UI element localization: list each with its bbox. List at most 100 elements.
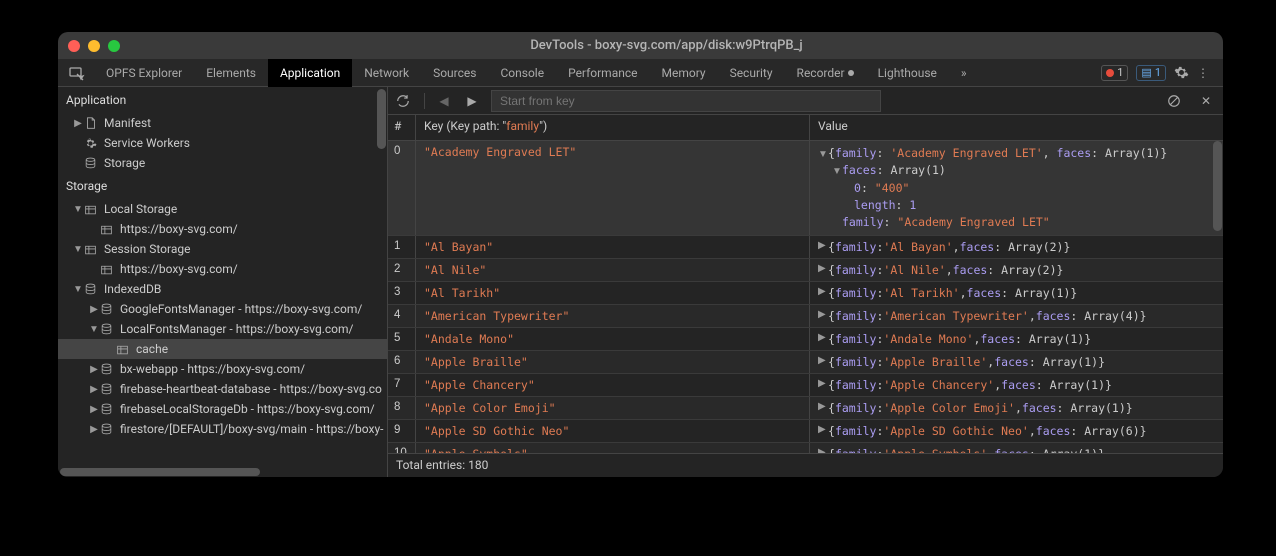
- sidebar-item-label: IndexedDB: [104, 282, 161, 296]
- delete-button[interactable]: ✕: [1197, 94, 1215, 108]
- row-key: "American Typewriter": [416, 305, 810, 327]
- sidebar-item[interactable]: cache: [58, 339, 387, 359]
- sidebar-item[interactable]: ▶bx-webapp - https://boxy-svg.com/: [58, 359, 387, 379]
- row-index: 4: [388, 305, 416, 327]
- sidebar-item[interactable]: ▶GoogleFontsManager - https://boxy-svg.c…: [58, 299, 387, 319]
- next-page-button[interactable]: ▶: [463, 94, 481, 108]
- sidebar-item-label: Storage: [104, 156, 145, 170]
- minimize-window-button[interactable]: [88, 40, 100, 52]
- expand-twisty-icon[interactable]: ▶: [818, 286, 828, 297]
- sidebar-item-label: LocalFontsManager - https://boxy-svg.com…: [120, 322, 353, 336]
- table-row[interactable]: 2"Al Nile"▶{family: 'Al Nile', faces: Ar…: [388, 259, 1223, 282]
- tab-recorder[interactable]: Recorder: [785, 59, 866, 87]
- maximize-window-button[interactable]: [108, 40, 120, 52]
- inspect-icon[interactable]: [66, 62, 88, 84]
- tree-twisty-icon: ▼: [72, 204, 84, 215]
- tab-security[interactable]: Security: [718, 59, 785, 87]
- table-row[interactable]: 9"Apple SD Gothic Neo"▶{family: 'Apple S…: [388, 420, 1223, 443]
- table-row[interactable]: 10"Apple Symbols"▶{family: 'Apple Symbol…: [388, 443, 1223, 453]
- db-icon: [100, 403, 116, 416]
- sidebar-item[interactable]: ▼Session Storage: [58, 239, 387, 259]
- table-row[interactable]: 0"Academy Engraved LET"▼{family: 'Academ…: [388, 141, 1223, 236]
- row-key: "Apple Chancery": [416, 374, 810, 396]
- content-area: Application▶ManifestService WorkersStora…: [58, 87, 1223, 477]
- recorder-dot-icon: [848, 70, 854, 76]
- table-row[interactable]: 1"Al Bayan"▶{family: 'Al Bayan', faces: …: [388, 236, 1223, 259]
- row-value: ▶{family: 'American Typewriter', faces: …: [810, 305, 1223, 327]
- tab-network[interactable]: Network: [352, 59, 421, 87]
- tab-performance[interactable]: Performance: [556, 59, 649, 87]
- sidebar-item[interactable]: https://boxy-svg.com/: [58, 219, 387, 239]
- expand-twisty-icon[interactable]: ▶: [818, 378, 828, 389]
- rows-scrollbar[interactable]: [1213, 141, 1222, 231]
- tab-overflow[interactable]: »: [949, 59, 979, 87]
- db-icon: [100, 363, 116, 376]
- settings-icon[interactable]: [1174, 65, 1189, 80]
- box-icon: [100, 223, 116, 236]
- db-icon: [100, 383, 116, 396]
- prev-page-button[interactable]: ◀: [435, 94, 453, 108]
- sidebar-item[interactable]: ▼IndexedDB: [58, 279, 387, 299]
- tab-memory[interactable]: Memory: [650, 59, 718, 87]
- expand-twisty-icon[interactable]: ▶: [818, 263, 828, 274]
- sidebar-item[interactable]: https://boxy-svg.com/: [58, 259, 387, 279]
- tab-application[interactable]: Application: [268, 59, 352, 87]
- row-key: "Al Bayan": [416, 236, 810, 258]
- sidebar-item[interactable]: ▼LocalFontsManager - https://boxy-svg.co…: [58, 319, 387, 339]
- table-row[interactable]: 7"Apple Chancery"▶{family: 'Apple Chance…: [388, 374, 1223, 397]
- close-window-button[interactable]: [68, 40, 80, 52]
- sidebar-item[interactable]: ▶firebaseLocalStorageDb - https://boxy-s…: [58, 399, 387, 419]
- box-icon: [84, 203, 100, 216]
- sidebar-h-scrollbar[interactable]: [58, 467, 377, 477]
- data-header: # Key (Key path: "family") Value: [388, 115, 1223, 141]
- row-value: ▶{family: 'Al Bayan', faces: Array(2)}: [810, 236, 1223, 258]
- tab-console[interactable]: Console: [488, 59, 556, 87]
- row-key: "Academy Engraved LET": [416, 141, 810, 235]
- col-header-value[interactable]: Value: [810, 115, 1223, 140]
- sidebar-item[interactable]: Storage: [58, 153, 387, 173]
- row-value: ▶{family: 'Apple Color Emoji', faces: Ar…: [810, 397, 1223, 419]
- sidebar-item[interactable]: ▼Local Storage: [58, 199, 387, 219]
- tab-lighthouse[interactable]: Lighthouse: [866, 59, 949, 87]
- info-badge[interactable]: ▤1: [1136, 65, 1166, 81]
- tab-elements[interactable]: Elements: [194, 59, 268, 87]
- expand-twisty-icon[interactable]: ▶: [818, 355, 828, 366]
- col-header-key[interactable]: Key (Key path: "family"): [416, 115, 810, 140]
- start-from-key-input[interactable]: [491, 90, 881, 112]
- sidebar-item[interactable]: ▶firebase-heartbeat-database - https://b…: [58, 379, 387, 399]
- expand-twisty-icon[interactable]: ▶: [818, 332, 828, 343]
- expand-twisty-icon[interactable]: ▶: [818, 447, 828, 453]
- refresh-button[interactable]: [396, 94, 414, 108]
- expand-twisty-icon[interactable]: ▶: [818, 424, 828, 435]
- table-row[interactable]: 3"Al Tarikh"▶{family: 'Al Tarikh', faces…: [388, 282, 1223, 305]
- sidebar-item-label: https://boxy-svg.com/: [120, 222, 238, 236]
- sidebar-item-label: Session Storage: [104, 242, 190, 256]
- box-icon: [84, 243, 100, 256]
- clear-button[interactable]: [1167, 94, 1185, 108]
- sidebar-item[interactable]: ▶Manifest: [58, 113, 387, 133]
- expand-twisty-icon[interactable]: ▶: [818, 240, 828, 251]
- row-value: ▼{family: 'Academy Engraved LET', faces:…: [810, 141, 1223, 235]
- tab-opfs-explorer[interactable]: OPFS Explorer: [94, 59, 194, 87]
- col-header-index[interactable]: #: [388, 115, 416, 140]
- tabbar: OPFS Explorer Elements Application Netwo…: [58, 59, 1223, 87]
- traffic-lights: [68, 40, 120, 52]
- box-icon: [116, 343, 132, 356]
- sidebar-scrollbar[interactable]: [377, 89, 386, 149]
- expand-twisty-icon[interactable]: ▶: [818, 401, 828, 412]
- table-row[interactable]: 5"Andale Mono"▶{family: 'Andale Mono', f…: [388, 328, 1223, 351]
- sidebar-item[interactable]: Service Workers: [58, 133, 387, 153]
- sidebar-item[interactable]: ▶firestore/[DEFAULT]/boxy-svg/main - htt…: [58, 419, 387, 439]
- gear-icon: [84, 137, 100, 150]
- tab-sources[interactable]: Sources: [421, 59, 488, 87]
- error-badge[interactable]: 1: [1101, 65, 1128, 81]
- box-icon: [100, 263, 116, 276]
- expand-twisty-icon[interactable]: ▶: [818, 309, 828, 320]
- table-row[interactable]: 4"American Typewriter"▶{family: 'America…: [388, 305, 1223, 328]
- tree-twisty-icon: ▶: [88, 304, 100, 315]
- table-row[interactable]: 8"Apple Color Emoji"▶{family: 'Apple Col…: [388, 397, 1223, 420]
- table-row[interactable]: 6"Apple Braille"▶{family: 'Apple Braille…: [388, 351, 1223, 374]
- kebab-menu-icon[interactable]: ⋮: [1197, 66, 1209, 80]
- devtools-window: DevTools - boxy-svg.com/app/disk:w9PtrqP…: [58, 32, 1223, 477]
- sidebar-item-label: firestore/[DEFAULT]/boxy-svg/main - http…: [120, 422, 383, 436]
